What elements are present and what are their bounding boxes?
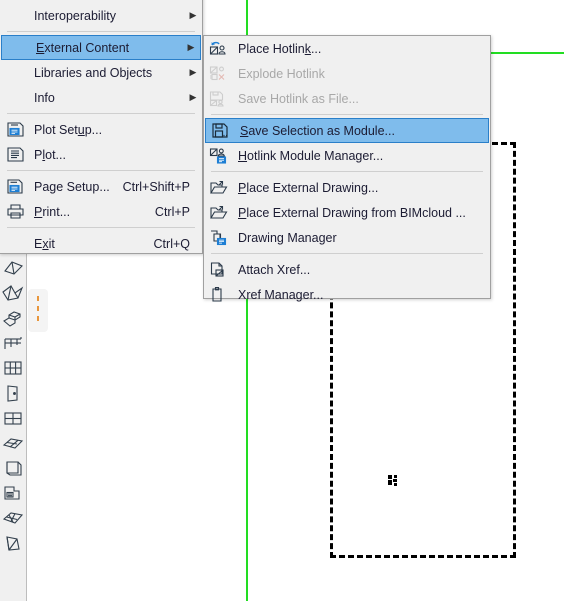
tool-shell-icon[interactable]: [1, 280, 26, 305]
menu-item-label: Place External Drawing...: [238, 180, 379, 195]
tool-skylight-icon[interactable]: [1, 430, 26, 455]
file-menu[interactable]: ▶ Interoperability ▶ External Content ▶ …: [0, 0, 203, 254]
menu-item-label: Drawing Manager: [238, 230, 337, 245]
menu-separator: [211, 253, 483, 254]
menu-separator: [211, 171, 483, 172]
tool-zone-icon[interactable]: [1, 480, 26, 505]
menu-item-label: External Content: [36, 40, 130, 55]
menu-item-print[interactable]: Print... Ctrl+P: [0, 199, 202, 224]
hotlink-manager-icon: [204, 147, 232, 164]
menu-item-label: Page Setup...: [34, 179, 110, 194]
menu-item-label: Exit: [34, 236, 55, 251]
tool-railing-icon[interactable]: [1, 330, 26, 355]
menu-item-save-selection-as-module[interactable]: Save Selection as Module...: [205, 118, 489, 143]
xref-manager-icon: [204, 286, 232, 303]
chevron-right-icon: ▶: [189, 10, 197, 20]
page-setup-icon: [0, 178, 30, 195]
place-external-drawing-icon: [204, 179, 232, 196]
menu-item-drawing-manager[interactable]: Drawing Manager: [204, 225, 490, 250]
tool-object-icon[interactable]: [1, 455, 26, 480]
attach-xref-icon: [204, 261, 232, 278]
menu-item-label: Plot Setup...: [34, 122, 103, 137]
menu-item-interoperability[interactable]: Interoperability ▶: [0, 3, 202, 28]
save-module-icon: [206, 122, 234, 139]
menu-item-label: Explode Hotlink: [238, 66, 325, 81]
chevron-right-icon: ▶: [189, 92, 197, 102]
menu-item-accel: Ctrl+Q: [153, 236, 190, 251]
menu-item-info[interactable]: Info ▶: [0, 85, 202, 110]
menu-item-external-content[interactable]: External Content ▶: [1, 35, 201, 60]
marquee-cursor: [388, 473, 399, 486]
menu-item-page-setup[interactable]: Page Setup... Ctrl+Shift+P: [0, 174, 202, 199]
place-external-drawing-bimcloud-icon: [204, 204, 232, 221]
chevron-right-icon: ▶: [187, 42, 195, 52]
tool-door-icon[interactable]: [1, 380, 26, 405]
menu-item-attach-xref[interactable]: Attach Xref...: [204, 257, 490, 282]
menu-item-plot[interactable]: Plot...: [0, 142, 202, 167]
menu-item-explode-hotlink[interactable]: Explode Hotlink: [204, 61, 490, 86]
menu-item-label: Libraries and Objects: [34, 65, 153, 80]
place-hotlink-icon: [204, 40, 232, 57]
menu-item-place-hotlink[interactable]: Place Hotlink...: [204, 36, 490, 61]
menu-item-label: Save Hotlink as File...: [238, 91, 359, 106]
menu-item-label: Place External Drawing from BIMcloud ...: [238, 205, 466, 220]
menu-item-label: Plot...: [34, 147, 66, 162]
menu-item-xref-manager[interactable]: Xref Manager...: [204, 282, 490, 307]
menu-item-label: Attach Xref...: [238, 262, 311, 277]
tool-curtain-wall-icon[interactable]: [1, 355, 26, 380]
save-hotlink-icon: [204, 90, 232, 107]
tool-mesh-icon[interactable]: [1, 505, 26, 530]
menu-item-plot-setup[interactable]: Plot Setup...: [0, 117, 202, 142]
explode-hotlink-icon: [204, 65, 232, 82]
plot-setup-icon: [0, 121, 30, 138]
menu-item-label: Hotlink Module Manager...: [238, 148, 384, 163]
menu-item-libraries-and-objects[interactable]: Libraries and Objects ▶: [0, 60, 202, 85]
menu-item-label: Xref Manager...: [238, 287, 324, 302]
chevron-right-icon: ▶: [189, 67, 197, 77]
menu-item-label: Interoperability: [34, 8, 116, 23]
horizontal-guide: [491, 52, 564, 54]
dashed-hover-indicator: [28, 289, 48, 332]
menu-separator: [7, 31, 195, 32]
app-root: ▶ Interoperability ▶ External Content ▶ …: [0, 0, 564, 601]
tool-stair-icon[interactable]: [1, 305, 26, 330]
drawing-manager-icon: [204, 229, 232, 246]
menu-separator: [7, 227, 195, 228]
tool-window-icon[interactable]: [1, 405, 26, 430]
menu-item-accel: Ctrl+Shift+P: [122, 179, 190, 194]
tool-palette: [0, 253, 27, 601]
menu-item-place-external-drawing[interactable]: Place External Drawing...: [204, 175, 490, 200]
tool-roof-icon[interactable]: [1, 255, 26, 280]
menu-item-exit[interactable]: Exit Ctrl+Q: [0, 231, 202, 256]
print-icon: [0, 203, 30, 220]
plot-icon: [0, 146, 30, 163]
tool-morph-icon[interactable]: [1, 530, 26, 555]
menu-separator: [7, 113, 195, 114]
menu-item-label: Place Hotlink...: [238, 41, 322, 56]
external-content-submenu[interactable]: Place Hotlink... Explode Hotlink Save Ho…: [203, 35, 491, 302]
menu-item-label: Info: [34, 90, 55, 105]
menu-separator: [7, 170, 195, 171]
menu-item-save-hotlink-as-file[interactable]: Save Hotlink as File...: [204, 86, 490, 111]
menu-item-hotlink-module-manager[interactable]: Hotlink Module Manager...: [204, 143, 490, 168]
menu-separator: [211, 114, 483, 115]
menu-item-label: Save Selection as Module...: [240, 123, 395, 138]
menu-item-label: Print...: [34, 204, 71, 219]
menu-item-place-external-drawing-bimcloud[interactable]: Place External Drawing from BIMcloud ...: [204, 200, 490, 225]
menu-item-accel: Ctrl+P: [154, 204, 190, 219]
